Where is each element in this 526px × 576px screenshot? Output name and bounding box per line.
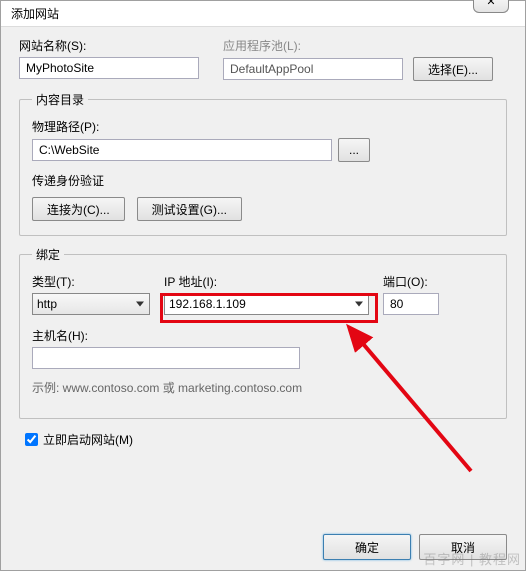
- annotation-highlight-box: [160, 293, 378, 323]
- browse-path-button[interactable]: ...: [338, 138, 370, 162]
- content-directory-legend: 内容目录: [32, 91, 88, 108]
- close-icon: ✕: [486, 0, 495, 8]
- binding-legend: 绑定: [32, 246, 64, 263]
- physical-path-label: 物理路径(P):: [32, 118, 494, 135]
- apppool-label: 应用程序池(L):: [223, 37, 507, 54]
- start-immediately-label: 立即启动网站(M): [43, 431, 133, 448]
- apppool-input: [223, 58, 403, 80]
- close-button[interactable]: ✕: [473, 0, 509, 13]
- dialog-title: 添加网站: [1, 1, 525, 27]
- add-website-dialog: ✕ 添加网站 网站名称(S): 应用程序池(L): 选择(E)... 内容目录 …: [0, 0, 526, 571]
- site-name-label: 网站名称(S):: [19, 37, 207, 54]
- hostname-label: 主机名(H):: [32, 327, 494, 344]
- start-immediately-checkbox[interactable]: [25, 433, 38, 446]
- binding-port-input[interactable]: [383, 293, 439, 315]
- hostname-example: 示例: www.contoso.com 或 marketing.contoso.…: [32, 379, 494, 396]
- binding-port-label: 端口(O):: [383, 273, 439, 290]
- content-directory-group: 内容目录 物理路径(P): ... 传递身份验证 连接为(C)... 测试设置(…: [19, 91, 507, 236]
- passthrough-auth-label: 传递身份验证: [32, 172, 494, 189]
- physical-path-input[interactable]: [32, 139, 332, 161]
- binding-type-label: 类型(T):: [32, 273, 150, 290]
- cancel-button[interactable]: 取消: [419, 534, 507, 560]
- site-name-input[interactable]: [19, 57, 199, 79]
- hostname-input[interactable]: [32, 347, 300, 369]
- binding-ip-label: IP 地址(I):: [164, 273, 369, 290]
- ok-button[interactable]: 确定: [323, 534, 411, 560]
- connect-as-button[interactable]: 连接为(C)...: [32, 197, 125, 221]
- test-settings-button[interactable]: 测试设置(G)...: [137, 197, 242, 221]
- select-apppool-button[interactable]: 选择(E)...: [413, 57, 493, 81]
- binding-type-select[interactable]: [32, 293, 150, 315]
- binding-group: 绑定 类型(T): IP 地址(I): 端口: [19, 246, 507, 419]
